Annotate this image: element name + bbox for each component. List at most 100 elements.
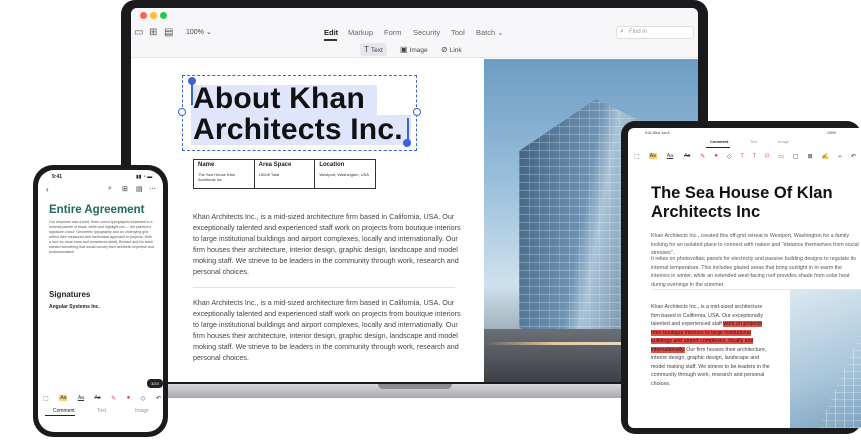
phone-mode-tabs: Comment Text Image bbox=[43, 408, 161, 418]
highlight-tool-icon[interactable]: Aa bbox=[648, 153, 657, 159]
divider bbox=[193, 287, 455, 288]
resize-handle-left[interactable] bbox=[178, 108, 186, 116]
underline-tool-icon[interactable]: Aa bbox=[666, 153, 674, 159]
close-window-button[interactable] bbox=[140, 12, 147, 19]
menu-form[interactable]: Form bbox=[384, 28, 402, 37]
grid-view-icon[interactable]: ⊞ bbox=[122, 185, 128, 193]
eraser-icon[interactable]: ◇ bbox=[727, 153, 732, 160]
body-paragraph[interactable]: Khan Architects Inc., is a mid-sized arc… bbox=[193, 211, 463, 277]
pdf-document-page: About Khan Architects Inc. Name The Sea … bbox=[131, 59, 484, 382]
menu-tool[interactable]: Tool bbox=[451, 28, 465, 37]
chevron-down-icon: ⌄ bbox=[205, 29, 212, 36]
document-icon[interactable]: ▤ bbox=[136, 185, 143, 193]
table-column: Name The Sea House Klan Architects Inc bbox=[194, 160, 255, 188]
status-datetime: 9:41 Wed Jun 8 bbox=[645, 131, 669, 135]
text-edit-box[interactable] bbox=[182, 75, 417, 151]
menu-markup[interactable]: Markup bbox=[348, 28, 373, 37]
chevron-down-icon: ⌄ bbox=[497, 28, 504, 37]
eraser-icon[interactable]: ◇ bbox=[141, 395, 146, 402]
menu-security[interactable]: Security bbox=[413, 28, 440, 37]
tablet-screen: 9:41 Wed Jun 8 100% Comment Text Image ⬚… bbox=[628, 128, 861, 428]
underline-tool-icon[interactable]: Aa bbox=[78, 395, 84, 401]
stamp-icon[interactable]: ⊠ bbox=[808, 153, 813, 160]
body-paragraph: It relies on photovoltaic panels for ele… bbox=[651, 256, 856, 288]
menu-edit[interactable]: Edit bbox=[324, 28, 338, 37]
active-tab-indicator bbox=[45, 415, 75, 416]
section-body: Our response was a bold, three colour ty… bbox=[49, 220, 154, 254]
tab-text[interactable]: Text bbox=[750, 139, 757, 144]
menu-batch-label: Batch bbox=[476, 28, 496, 37]
page-indicator: 3/24 bbox=[147, 379, 163, 388]
table-column: Area Space 150oft Total bbox=[255, 160, 316, 188]
table-header-area: Area Space bbox=[258, 162, 292, 168]
body-paragraph[interactable]: Khan Architects Inc., is a mid-sized arc… bbox=[193, 297, 463, 363]
menu-batch[interactable]: Batch ⌄ bbox=[476, 28, 504, 37]
search-icon[interactable]: ⌕ bbox=[108, 185, 112, 193]
zoom-dropdown[interactable]: 100% ⌄ bbox=[186, 28, 212, 36]
tab-comment[interactable]: Comment bbox=[710, 139, 728, 144]
active-menu-indicator bbox=[324, 39, 337, 41]
search-placeholder: Find in bbox=[629, 29, 648, 35]
tab-comment[interactable]: Comment bbox=[53, 408, 75, 414]
highlight-tool-icon[interactable]: Aa bbox=[59, 395, 68, 401]
battery-status: 100% bbox=[827, 131, 836, 135]
text-icon: T bbox=[364, 45, 369, 54]
undo-icon[interactable]: ↶ bbox=[156, 395, 161, 402]
edit-text-tool[interactable]: T Text bbox=[360, 43, 387, 56]
zoom-value: 100% bbox=[186, 29, 204, 36]
selection-end-caret bbox=[407, 118, 409, 142]
back-icon[interactable]: ‹ bbox=[46, 185, 49, 194]
status-time: 9:41 bbox=[52, 174, 63, 180]
table-header-location: Location bbox=[319, 162, 345, 168]
table-column: Location Westport, Washington, USA bbox=[315, 160, 375, 188]
select-tool-icon[interactable]: ⬚ bbox=[634, 153, 640, 160]
editor-toolbar: ▭ ⊞ ▤ 100% ⌄ Edit Markup Form Security T… bbox=[131, 8, 698, 58]
body-paragraph: Khan Architects Inc., created this off-g… bbox=[651, 233, 859, 256]
signature-icon[interactable]: ✍ bbox=[822, 153, 829, 160]
tab-text[interactable]: Text bbox=[97, 408, 106, 414]
color-picker-icon[interactable]: ● bbox=[127, 395, 131, 401]
grid-view-icon[interactable]: ⊞ bbox=[149, 27, 157, 38]
search-input[interactable]: ⌕ Find in bbox=[616, 26, 694, 39]
page-view-icon[interactable]: ▤ bbox=[164, 27, 173, 38]
more-icon[interactable]: ⋯ bbox=[149, 185, 156, 193]
edit-image-label: Image bbox=[409, 47, 428, 54]
edit-text-label: Text bbox=[370, 47, 383, 54]
status-time: 9:41 bbox=[645, 131, 652, 135]
signatory-company: Angular Systems Inc. bbox=[49, 304, 100, 310]
resize-handle-right[interactable] bbox=[413, 108, 421, 116]
minimize-window-button[interactable] bbox=[150, 12, 157, 19]
status-date: Wed Jun 8 bbox=[652, 131, 670, 135]
shape-icon[interactable]: ▢ bbox=[793, 153, 799, 160]
pen-tool-icon[interactable]: ✎ bbox=[700, 153, 705, 160]
select-tool-icon[interactable]: ⬚ bbox=[43, 395, 49, 402]
zoom-window-button[interactable] bbox=[160, 12, 167, 19]
sidebar-toggle-icon[interactable]: ▭ bbox=[134, 27, 143, 38]
signatures-heading: Signatures bbox=[49, 290, 91, 299]
note-icon[interactable]: ▭ bbox=[778, 153, 784, 160]
text-box-icon[interactable]: T bbox=[741, 153, 744, 159]
strikethrough-tool-icon[interactable]: Aa bbox=[94, 395, 100, 401]
color-picker-icon[interactable]: ● bbox=[714, 153, 718, 159]
strikethrough-tool-icon[interactable]: Aa bbox=[683, 153, 691, 159]
section-heading: Entire Agreement bbox=[49, 204, 145, 216]
search-icon: ⌕ bbox=[620, 28, 624, 35]
undo-icon[interactable]: ↶ bbox=[851, 153, 856, 160]
callout-icon[interactable]: ⊡ bbox=[765, 153, 769, 159]
table-cell-area: 150oft Total bbox=[258, 172, 280, 177]
highlighted-paragraph: Khan Architects Inc., is a mid-sized arc… bbox=[651, 303, 771, 388]
text-comment-icon[interactable]: T bbox=[753, 153, 756, 159]
laptop-screen: ▭ ⊞ ▤ 100% ⌄ Edit Markup Form Security T… bbox=[131, 8, 698, 382]
edit-image-tool[interactable]: ▣ Image bbox=[396, 43, 432, 56]
tab-image[interactable]: Image bbox=[778, 139, 789, 144]
phone-nav-bar: ‹ ⌕ ⊞ ▤ ⋯ bbox=[46, 185, 156, 197]
tab-image[interactable]: Image bbox=[135, 408, 149, 414]
project-info-table: Name The Sea House Klan Architects Inc A… bbox=[193, 159, 376, 189]
attachment-icon[interactable]: ⌁ bbox=[838, 153, 842, 160]
pen-tool-icon[interactable]: ✎ bbox=[111, 395, 116, 402]
link-icon: ⊘ bbox=[441, 45, 448, 54]
phone-screen: 9:41 ▮▮ ◔ ▬ ‹ ⌕ ⊞ ▤ ⋯ Entire Agreement O… bbox=[38, 170, 163, 432]
edit-link-label: Link bbox=[449, 47, 462, 54]
table-cell-name: The Sea House Klan Architects Inc bbox=[198, 172, 235, 182]
edit-link-tool[interactable]: ⊘ Link bbox=[437, 43, 466, 56]
